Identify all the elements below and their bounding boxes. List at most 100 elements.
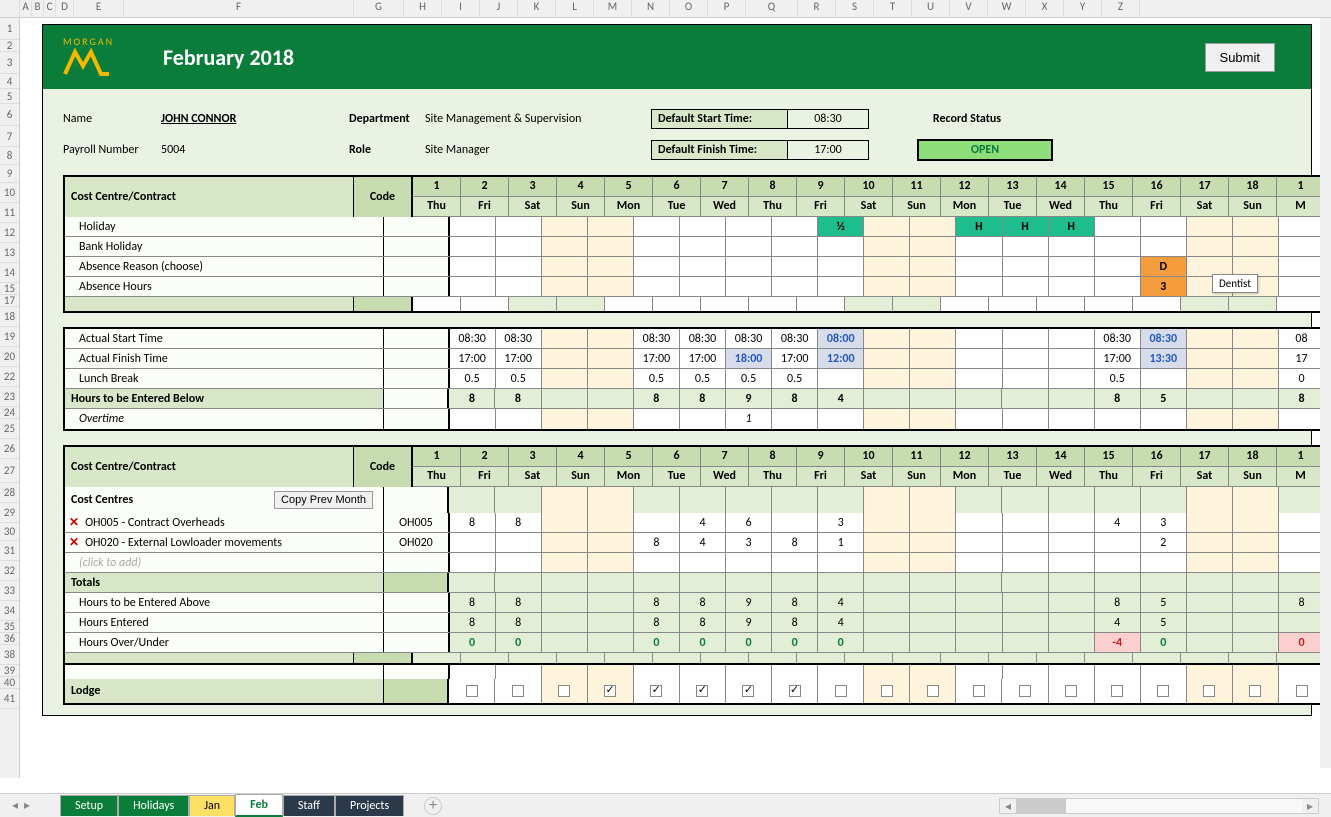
row-header[interactable]: 13	[0, 243, 19, 263]
cost-cell[interactable]	[634, 513, 680, 532]
time-cell[interactable]: 0.5	[634, 369, 680, 388]
day-cell[interactable]	[557, 297, 605, 311]
day-cell[interactable]: 1	[1277, 447, 1320, 466]
cost-cell[interactable]	[1187, 533, 1233, 552]
time-cell[interactable]	[1187, 329, 1233, 348]
day-cell[interactable]: 16	[1133, 177, 1181, 196]
time-cell[interactable]	[542, 329, 588, 348]
day-cell[interactable]: 8	[749, 177, 797, 196]
day-cell[interactable]: 13	[989, 177, 1037, 196]
day-cell[interactable]	[1141, 237, 1187, 256]
time-cell[interactable]	[1003, 409, 1049, 429]
day-cell[interactable]: Fri	[461, 467, 509, 486]
day-cell[interactable]: Wed	[1037, 197, 1085, 216]
day-cell[interactable]: 18	[1229, 177, 1277, 196]
time-cell[interactable]: 12:00	[818, 349, 864, 368]
day-cell[interactable]	[772, 277, 818, 296]
day-cell[interactable]: Sun	[1229, 467, 1277, 486]
lodge-checkbox[interactable]	[696, 685, 708, 697]
day-cell[interactable]: D	[1141, 257, 1187, 276]
day-cell[interactable]	[1085, 297, 1133, 311]
col-header[interactable]: H	[404, 0, 442, 17]
time-cell[interactable]	[818, 409, 864, 429]
col-header[interactable]: R	[798, 0, 836, 17]
row-header[interactable]: 14	[0, 263, 19, 283]
time-cell[interactable]: 18:00	[726, 349, 772, 368]
day-cell[interactable]	[413, 297, 461, 311]
day-cell[interactable]	[1037, 297, 1085, 311]
day-cell[interactable]	[542, 277, 588, 296]
day-cell[interactable]: 3	[509, 177, 557, 196]
col-header[interactable]: T	[874, 0, 912, 17]
time-cell[interactable]: 17:00	[634, 349, 680, 368]
col-header[interactable]: V	[950, 0, 988, 17]
cost-cell[interactable]	[1003, 533, 1049, 552]
time-cell[interactable]: 4	[818, 389, 864, 408]
col-header[interactable]: P	[708, 0, 746, 17]
lodge-checkbox[interactable]	[973, 685, 985, 697]
tab-prev-icon[interactable]: ◂	[12, 798, 18, 813]
time-cell[interactable]: 0.5	[496, 369, 542, 388]
day-cell[interactable]: 14	[1037, 447, 1085, 466]
day-cell[interactable]: Tue	[653, 467, 701, 486]
lodge-checkbox[interactable]	[512, 685, 524, 697]
day-cell[interactable]: H	[1003, 217, 1049, 236]
lodge-checkbox[interactable]	[558, 685, 570, 697]
sheet-tab-projects[interactable]: Projects	[335, 795, 404, 816]
lodge-checkbox-cell[interactable]	[680, 679, 726, 703]
day-cell[interactable]: Sun	[557, 467, 605, 486]
time-cell[interactable]	[1279, 409, 1320, 429]
day-cell[interactable]: 3	[509, 447, 557, 466]
cost-cell[interactable]	[1233, 513, 1279, 532]
day-cell[interactable]	[588, 277, 634, 296]
cost-cell[interactable]: 8	[496, 513, 542, 532]
day-cell[interactable]	[680, 237, 726, 256]
row-header[interactable]: 36	[0, 633, 19, 645]
day-cell[interactable]	[450, 277, 496, 296]
day-cell[interactable]: Tue	[989, 467, 1037, 486]
cost-cell[interactable]: 8	[772, 533, 818, 552]
day-cell[interactable]: Fri	[1133, 467, 1181, 486]
col-header[interactable]: E	[74, 0, 124, 17]
time-cell[interactable]: 5	[1141, 389, 1187, 408]
day-cell[interactable]	[461, 297, 509, 311]
day-cell[interactable]	[1181, 297, 1229, 311]
col-header[interactable]: L	[556, 0, 594, 17]
day-cell[interactable]	[1095, 277, 1141, 296]
horizontal-scrollbar[interactable]: ◂ ▸	[999, 798, 1319, 814]
delete-row-icon[interactable]: ✕	[69, 515, 79, 530]
time-cell[interactable]: 17	[1279, 349, 1320, 368]
col-header[interactable]: X	[1026, 0, 1064, 17]
row-header[interactable]: 33	[0, 581, 19, 601]
lodge-checkbox-cell[interactable]	[726, 679, 772, 703]
day-cell[interactable]: 15	[1085, 177, 1133, 196]
cost-cell[interactable]: 2	[1141, 533, 1187, 552]
time-cell[interactable]	[1049, 389, 1095, 408]
row-header[interactable]: 2	[0, 40, 19, 52]
col-header[interactable]: S	[836, 0, 874, 17]
cost-cell[interactable]	[956, 513, 1002, 532]
lodge-checkbox-cell[interactable]	[956, 679, 1002, 703]
scroll-thumb[interactable]	[1016, 799, 1066, 813]
lodge-checkbox[interactable]	[927, 685, 939, 697]
col-header[interactable]: C	[44, 0, 56, 17]
time-cell[interactable]: 8	[634, 389, 680, 408]
time-cell[interactable]	[1049, 369, 1095, 388]
row-header[interactable]: 31	[0, 541, 19, 561]
cost-cell[interactable]	[542, 513, 588, 532]
day-cell[interactable]: 9	[797, 447, 845, 466]
row-header[interactable]: 41	[0, 689, 19, 709]
time-cell[interactable]: 0.5	[450, 369, 496, 388]
day-cell[interactable]: 15	[1085, 447, 1133, 466]
time-cell[interactable]	[450, 409, 496, 429]
day-cell[interactable]	[1233, 237, 1279, 256]
day-cell[interactable]	[1277, 297, 1320, 311]
cost-cell[interactable]: 6	[726, 513, 772, 532]
time-cell[interactable]: 9	[726, 389, 772, 408]
day-cell[interactable]	[772, 217, 818, 236]
day-cell[interactable]	[797, 297, 845, 311]
day-cell[interactable]	[509, 297, 557, 311]
day-cell[interactable]	[956, 257, 1002, 276]
lodge-checkbox[interactable]	[1296, 685, 1308, 697]
time-cell[interactable]: 08:00	[818, 329, 864, 348]
